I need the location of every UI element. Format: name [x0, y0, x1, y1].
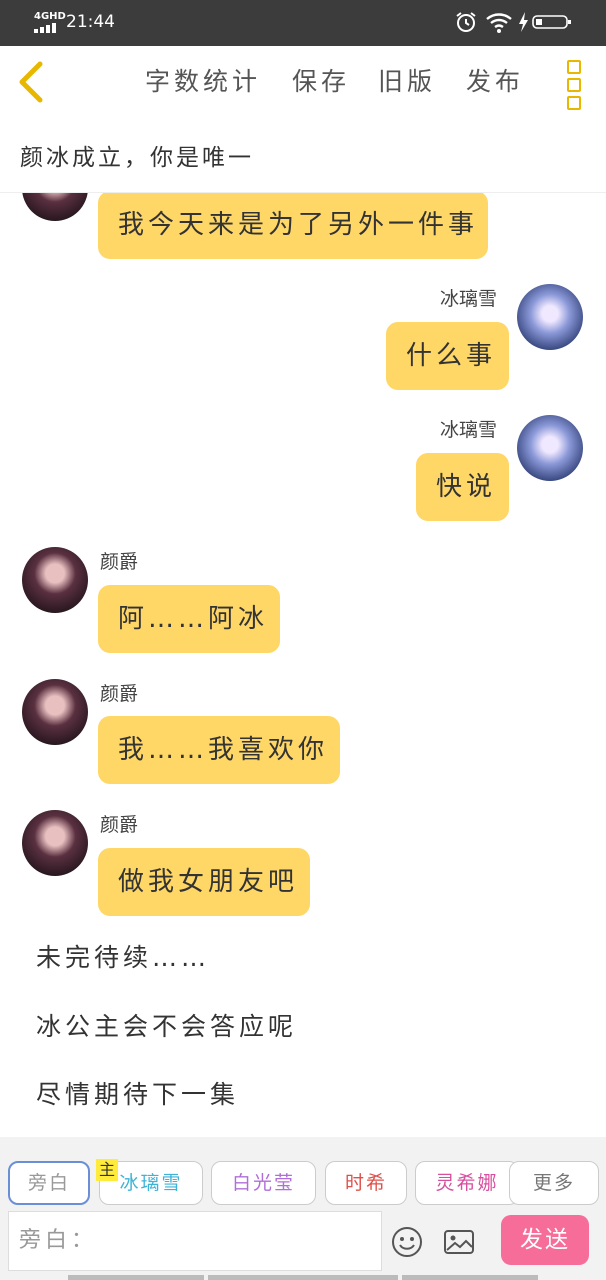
message-bubble[interactable]: 我……我喜欢你 — [98, 716, 340, 784]
more-vertical-icon[interactable] — [565, 58, 583, 110]
avatar[interactable] — [22, 810, 88, 876]
publish-button[interactable]: 发布 — [466, 62, 524, 98]
message-bubble[interactable]: 什么事 — [386, 322, 509, 390]
message-bubble[interactable]: 做我女朋友吧 — [98, 848, 310, 916]
speaker-name: 颜爵 — [100, 551, 139, 573]
story-title-bar: 颜冰成立，你是唯一 — [0, 118, 606, 193]
message-bubble[interactable]: 阿……阿冰 — [98, 585, 280, 653]
message-input[interactable]: 旁白： — [8, 1211, 382, 1271]
emoji-icon[interactable] — [390, 1225, 424, 1259]
speaker-name: 颜爵 — [100, 683, 139, 705]
character-chip-lingxina[interactable]: 灵希娜 — [415, 1161, 519, 1205]
message-bubble[interactable]: 我今天来是为了另外一件事 — [98, 193, 488, 259]
avatar[interactable] — [517, 284, 583, 350]
battery-icon — [532, 15, 571, 29]
network-type: 4GHD — [34, 11, 66, 22]
story-title[interactable]: 颜冰成立，你是唯一 — [20, 138, 254, 172]
character-chip-baiguangying[interactable]: 白光莹 — [211, 1161, 316, 1205]
signal-icon — [34, 23, 58, 33]
chevron-left-icon[interactable] — [14, 60, 50, 104]
narration-line[interactable]: 冰公主会不会答应呢 — [36, 1007, 297, 1043]
avatar[interactable] — [22, 193, 88, 221]
image-icon[interactable] — [442, 1225, 476, 1259]
wifi-icon — [486, 13, 512, 33]
message-bubble[interactable]: 快说 — [416, 453, 509, 521]
send-button[interactable]: 发送 — [501, 1215, 589, 1265]
narration-line[interactable]: 未完待续…… — [36, 938, 210, 974]
more-characters-button[interactable]: 更多 — [509, 1161, 599, 1205]
old-version-button[interactable]: 旧版 — [378, 62, 436, 98]
editor-toolbar: 字数统计 保存 旧版 发布 — [0, 46, 606, 119]
nav-indicator — [402, 1275, 538, 1280]
character-chip-narrator[interactable]: 旁白 — [8, 1161, 90, 1205]
composer-panel: 旁白 冰璃雪 主 白光莹 时希 灵希娜 更多 旁白： 发送 — [0, 1137, 606, 1280]
avatar[interactable] — [22, 547, 88, 613]
clock: 21:44 — [66, 12, 115, 32]
word-count-button[interactable]: 字数统计 — [145, 62, 261, 98]
alarm-icon — [456, 12, 476, 32]
nav-indicator — [68, 1275, 204, 1280]
narration-line[interactable]: 尽情期待下一集 — [36, 1075, 239, 1111]
nav-indicator — [208, 1275, 398, 1280]
avatar[interactable] — [22, 679, 88, 745]
save-button[interactable]: 保存 — [292, 62, 350, 98]
status-bar: 4GHD 21:44 — [0, 0, 606, 46]
speaker-name: 冰璃雪 — [440, 288, 498, 310]
main-character-badge: 主 — [96, 1159, 118, 1181]
speaker-name: 冰璃雪 — [440, 419, 498, 441]
avatar[interactable] — [517, 415, 583, 481]
speaker-name: 颜爵 — [100, 814, 139, 836]
character-chip-shixi[interactable]: 时希 — [325, 1161, 407, 1205]
charging-icon — [519, 12, 528, 32]
chat-area[interactable]: 我今天来是为了另外一件事 冰璃雪 什么事 冰璃雪 快说 颜爵 阿……阿冰 颜爵 … — [0, 193, 606, 1137]
